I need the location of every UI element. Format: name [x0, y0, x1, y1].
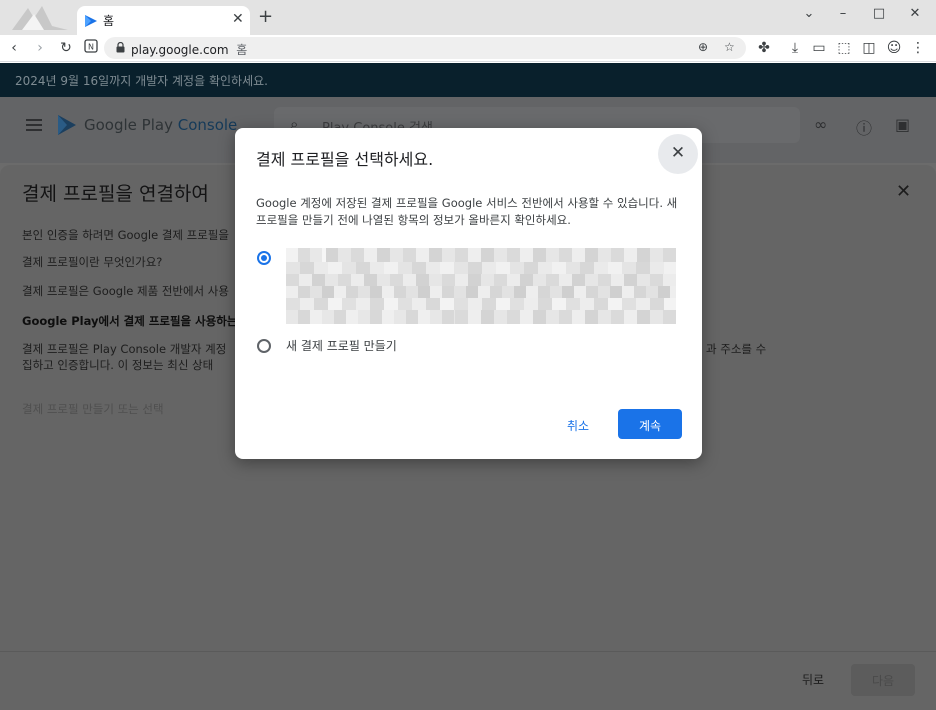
select-payment-profile-dialog: 결제 프로필을 선택하세요. ✕ Google 계정에 저장된 결제 프로필을 …: [235, 128, 702, 459]
menu-icon[interactable]: ⋮: [910, 39, 926, 57]
panel-paragraph-tail: 과 주소를 수: [706, 342, 767, 356]
verification-banner: 2024년 9월 16일까지 개발자 계정을 확인하세요.: [0, 63, 936, 97]
product-name: Google Play Console: [84, 116, 238, 134]
cancel-button[interactable]: 취소: [556, 409, 600, 439]
browser-toolbar: ‹ › ↻ N play.google.com 홈 ⊕ ☆ ✤ ⤓ ▭ ⬚ ◫ …: [0, 35, 936, 62]
svg-text:N: N: [88, 43, 94, 52]
link-icon[interactable]: ∞: [814, 115, 827, 134]
play-console-favicon: [85, 15, 97, 27]
panel-paragraph: 결제 프로필은 Google 제품 전반에서 사용: [22, 284, 229, 298]
profile-icon[interactable]: ☺: [886, 39, 902, 57]
reload-icon[interactable]: ↻: [58, 39, 74, 57]
bookmark-star-icon[interactable]: ☆: [724, 40, 735, 54]
google-play-logo-icon: [58, 115, 76, 135]
redacted-profile-details: [286, 248, 676, 324]
help-icon[interactable]: ⓘ: [856, 115, 872, 139]
extension-n-icon[interactable]: N: [83, 39, 99, 58]
dialog-close-button[interactable]: ✕: [658, 134, 698, 174]
tab-search-dropdown-icon[interactable]: ⌄: [799, 6, 819, 21]
new-profile-radio[interactable]: [257, 339, 271, 353]
back-button[interactable]: 뒤로: [802, 671, 824, 688]
tab-close-icon[interactable]: ✕: [232, 11, 244, 27]
panel-paragraph: 결제 프로필은 Play Console 개발자 계정: [22, 342, 227, 356]
close-icon: ✕: [670, 143, 686, 163]
next-button[interactable]: 다음: [851, 664, 915, 696]
panel-close-icon[interactable]: ✕: [896, 181, 911, 202]
continue-button[interactable]: 계속: [618, 409, 682, 439]
forward-icon[interactable]: ›: [32, 39, 48, 57]
browser-tabstrip: 홈 ✕ + ⌄ – □ ✕: [0, 0, 936, 35]
extensions-icon[interactable]: ✤: [756, 39, 772, 57]
screenshot-icon[interactable]: ⬚: [836, 39, 852, 57]
next-button-label: 다음: [871, 674, 895, 688]
hamburger-menu-icon[interactable]: [26, 119, 42, 131]
panel-title: 결제 프로필을 연결하여: [22, 183, 209, 205]
dialog-title: 결제 프로필을 선택하세요.: [256, 150, 434, 169]
address-bar[interactable]: play.google.com 홈 ⊕ ☆: [104, 37, 746, 59]
lock-icon: [116, 42, 125, 53]
minimize-button[interactable]: –: [833, 6, 853, 21]
panel-subheading: Google Play에서 결제 프로필을 사용하는: [22, 314, 238, 328]
panel-footer-divider: [0, 651, 936, 652]
url-text: play.google.com 홈: [131, 43, 248, 57]
maximize-button[interactable]: □: [869, 6, 889, 21]
tab-strip-decoration: [12, 6, 68, 30]
notifications-icon[interactable]: ▣: [895, 115, 910, 134]
browser-tab[interactable]: 홈 ✕: [77, 6, 250, 35]
new-tab-button[interactable]: +: [258, 8, 273, 26]
dialog-description: Google 계정에 저장된 결제 프로필을 Google 서비스 전반에서 사…: [256, 196, 678, 227]
new-profile-label[interactable]: 새 결제 프로필 만들기: [286, 337, 397, 354]
cast-icon[interactable]: ▭: [811, 39, 827, 57]
panel-paragraph: 결제 프로필이란 무엇인가요?: [22, 255, 163, 269]
zoom-icon[interactable]: ⊕: [698, 40, 708, 54]
cancel-button-label: 취소: [566, 419, 590, 433]
panel-paragraph: 본인 인증을 하려면 Google 결제 프로필을: [22, 228, 229, 242]
download-icon[interactable]: ⤓: [787, 39, 803, 57]
window-close-button[interactable]: ✕: [905, 6, 925, 21]
back-icon[interactable]: ‹: [6, 39, 22, 57]
tab-title: 홈: [103, 14, 115, 28]
banner-text: 2024년 9월 16일까지 개발자 계정을 확인하세요.: [15, 74, 268, 88]
create-or-select-link[interactable]: 결제 프로필 만들기 또는 선택: [22, 401, 164, 417]
panel-paragraph: 집하고 인증합니다. 이 정보는 최신 상태: [22, 358, 214, 372]
existing-profile-radio[interactable]: [257, 251, 271, 265]
sidepanel-icon[interactable]: ◫: [861, 39, 877, 57]
continue-button-label: 계속: [638, 419, 662, 433]
